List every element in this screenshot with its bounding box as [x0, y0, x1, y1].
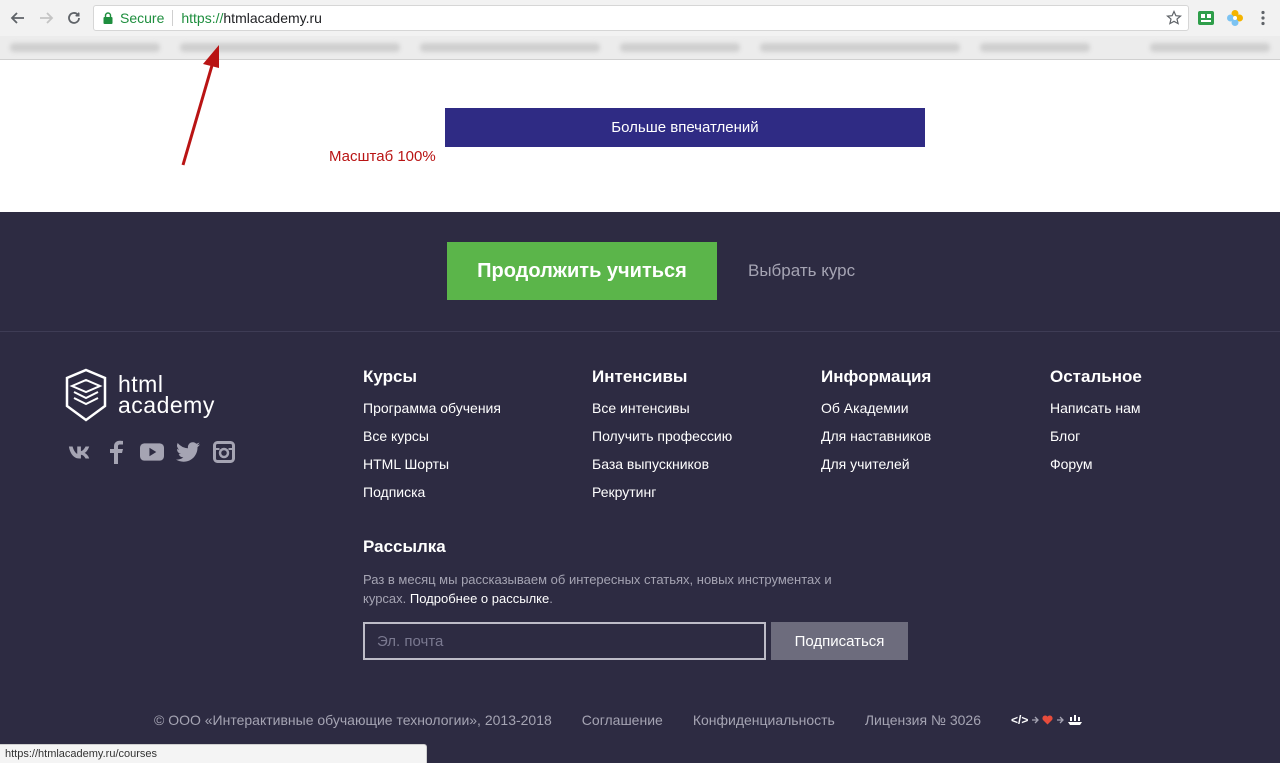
- footer-link[interactable]: Об Академии: [821, 398, 931, 426]
- footer-link[interactable]: Для наставников: [821, 426, 931, 454]
- footer-link[interactable]: Для учителей: [821, 454, 931, 482]
- footer-legal-row: © ООО «Интерактивные обучающие технологи…: [154, 712, 1083, 728]
- social-links: [68, 440, 236, 464]
- omnibox-divider: [172, 10, 174, 26]
- footer-column-info: Информация Об Академии Для наставников Д…: [821, 367, 931, 482]
- footer-link[interactable]: Все интенсивы: [592, 398, 732, 426]
- code-to-love-badge: </>: [1011, 713, 1083, 727]
- forward-icon[interactable]: [36, 8, 56, 28]
- bookmark-star-icon[interactable]: [1166, 10, 1182, 26]
- license-link[interactable]: Лицензия № 3026: [865, 712, 981, 728]
- secure-label: Secure: [120, 10, 165, 26]
- footer-column-other: Остальное Написать нам Блог Форум: [1050, 367, 1142, 482]
- url-host: htmlacademy.ru: [223, 10, 322, 26]
- academy-shield-icon: [65, 368, 107, 422]
- vk-icon[interactable]: [68, 440, 92, 464]
- newsletter-more-link[interactable]: Подробнее о рассылке: [410, 591, 549, 606]
- extension-flower-icon[interactable]: [1226, 9, 1244, 27]
- newsletter-title: Рассылка: [363, 537, 446, 556]
- lock-icon: [103, 12, 113, 24]
- htmlacademy-logo[interactable]: html academy: [64, 368, 215, 422]
- column-title: Остальное: [1050, 367, 1142, 386]
- continue-learning-button[interactable]: Продолжить учиться: [447, 242, 717, 300]
- column-title: Курсы: [363, 367, 417, 386]
- footer-link[interactable]: Подписка: [363, 482, 501, 510]
- more-impressions-button[interactable]: Больше впечатлений: [445, 108, 925, 147]
- ship-icon: [1068, 715, 1083, 725]
- footer-column-courses: Курсы Программа обучения Все курсы HTML …: [363, 367, 501, 510]
- newsletter-description: Раз в месяц мы рассказываем об интересны…: [363, 570, 873, 608]
- bookmark-blurred: [10, 43, 160, 52]
- privacy-link[interactable]: Конфиденциальность: [693, 712, 835, 728]
- footer-link[interactable]: Форум: [1050, 454, 1142, 482]
- column-title: Информация: [821, 367, 932, 386]
- bookmark-blurred: [980, 43, 1090, 52]
- email-input[interactable]: [363, 622, 766, 660]
- menu-kebab-icon[interactable]: [1254, 9, 1272, 27]
- extension-green-icon[interactable]: [1197, 9, 1215, 27]
- newsletter-section: Рассылка Раз в месяц мы рассказываем об …: [363, 537, 923, 660]
- browser-toolbar: Secure https://htmlacademy.ru: [0, 0, 1280, 36]
- logo-line-2: academy: [118, 392, 215, 418]
- footer-link[interactable]: HTML Шорты: [363, 454, 501, 482]
- cta-row: Продолжить учиться Выбрать курс: [0, 212, 1280, 332]
- footer-link[interactable]: Написать нам: [1050, 398, 1142, 426]
- subscribe-button[interactable]: Подписаться: [771, 622, 908, 660]
- logo-wordmark: html academy: [118, 373, 215, 418]
- copyright-text: © ООО «Интерактивные обучающие технологи…: [154, 712, 552, 728]
- back-icon[interactable]: [8, 8, 28, 28]
- newsletter-desc-suffix: .: [549, 591, 553, 606]
- annotation-arrow-icon: [181, 45, 219, 166]
- reload-icon[interactable]: [64, 8, 84, 28]
- bookmark-blurred: [420, 43, 600, 52]
- bookmark-blurred: [620, 43, 740, 52]
- footer-link[interactable]: Программа обучения: [363, 398, 501, 426]
- footer-link[interactable]: Получить профессию: [592, 426, 732, 454]
- footer-link[interactable]: База выпускников: [592, 454, 732, 482]
- footer-column-intensives: Интенсивы Все интенсивы Получить професс…: [592, 367, 732, 510]
- footer-link[interactable]: Блог: [1050, 426, 1142, 454]
- facebook-icon[interactable]: [104, 440, 128, 464]
- bookmark-blurred: [1150, 43, 1270, 52]
- arrow-right-icon: [1032, 716, 1040, 724]
- heart-icon: [1042, 715, 1053, 725]
- site-footer: Продолжить учиться Выбрать курс html aca…: [0, 212, 1280, 763]
- youtube-icon[interactable]: [140, 440, 164, 464]
- twitter-icon[interactable]: [176, 440, 200, 464]
- browser-status-bar: https://htmlacademy.ru/courses: [0, 744, 427, 763]
- zoom-annotation: Масштаб 100%: [329, 148, 436, 165]
- code-glyph: </>: [1010, 713, 1029, 727]
- newsletter-form: Подписаться: [363, 622, 908, 660]
- instagram-icon[interactable]: [212, 440, 236, 464]
- url-scheme: https://: [181, 10, 224, 26]
- footer-link[interactable]: Все курсы: [363, 426, 501, 454]
- choose-course-link[interactable]: Выбрать курс: [748, 261, 855, 281]
- column-title: Интенсивы: [592, 367, 688, 386]
- agreement-link[interactable]: Соглашение: [582, 712, 663, 728]
- address-bar[interactable]: Secure https://htmlacademy.ru: [93, 5, 1189, 31]
- arrow-right-icon: [1057, 716, 1065, 724]
- bookmark-blurred: [760, 43, 960, 52]
- footer-link[interactable]: Рекрутинг: [592, 482, 732, 510]
